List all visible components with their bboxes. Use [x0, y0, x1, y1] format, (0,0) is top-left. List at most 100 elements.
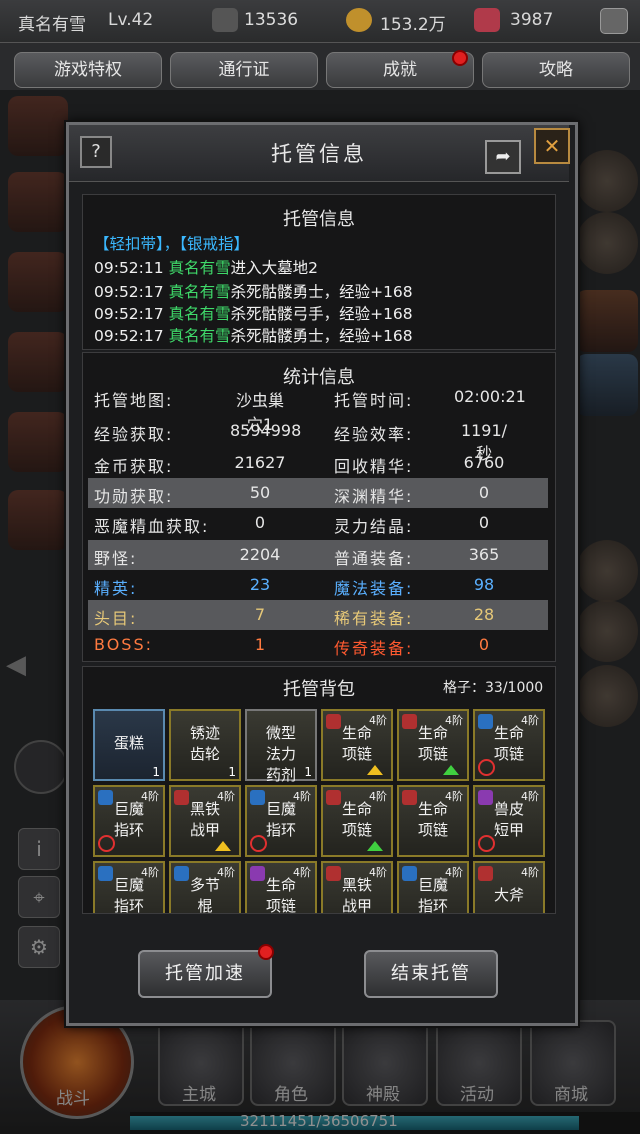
log-player-name: 真名有雪: [168, 283, 231, 301]
log-line: 09:52:17 真名有雪杀死骷髅勇士，经验+168: [94, 324, 413, 346]
item-level: 4阶: [445, 790, 463, 803]
log-time: 09:52:17: [94, 305, 164, 323]
stat-value: 0: [478, 635, 490, 654]
item-level: 4阶: [217, 790, 235, 803]
not-usable-icon: [98, 835, 115, 852]
not-usable-icon: [250, 835, 267, 852]
item-name: 锈迹齿轮: [189, 724, 220, 763]
item-name: 多节棍: [189, 876, 220, 914]
log-text: 杀死骷髅弓手，经验+168: [230, 305, 413, 323]
bag-item-slot[interactable]: 生命项链 4阶: [321, 785, 393, 857]
swords-icon: [212, 8, 238, 32]
stat-label: 野怪:: [94, 549, 138, 568]
bag-item-slot[interactable]: 生命项链 4阶: [245, 861, 317, 913]
item-level: 4阶: [369, 714, 387, 727]
item-level: 4阶: [369, 866, 387, 879]
share-button[interactable]: ➦: [485, 140, 521, 174]
bag-item-slot[interactable]: 生命项链 4阶: [321, 709, 393, 781]
stat-value: 6760: [463, 453, 505, 472]
item-name: 蛋糕: [113, 734, 144, 752]
not-usable-icon: [478, 759, 495, 776]
bag-item-slot[interactable]: 微型法力药剂 1: [245, 709, 317, 784]
log-player-name: 真名有雪: [168, 259, 231, 277]
achievement-notification-dot: [452, 50, 468, 66]
stat-label: 功勋获取:: [94, 487, 174, 506]
stat-value: 28: [473, 605, 495, 624]
player-name: 真名有雪: [18, 15, 86, 35]
speedup-button[interactable]: 托管加速: [138, 950, 272, 998]
gem-amount: 3987: [510, 10, 554, 30]
item-name: 大斧: [493, 886, 524, 904]
pickup-line: 【轻扣带】，【银戒指】: [94, 235, 250, 253]
stat-row: 头目: 7 稀有装备: 28: [88, 600, 548, 630]
bag-item-slot[interactable]: 巨魔指环 4阶: [245, 785, 317, 857]
bag-item-slot[interactable]: 巨魔指环 4阶: [93, 785, 165, 857]
stat-row: 托管地图: 沙虫巢穴1 托管时间: 02:00:21: [88, 382, 548, 434]
tab-privileges[interactable]: 游戏特权: [14, 52, 162, 88]
item-level: 4阶: [521, 714, 539, 727]
stat-value: 1: [254, 635, 266, 654]
bag-item-slot[interactable]: 蛋糕 1: [93, 709, 165, 781]
bag-item-slot[interactable]: 锈迹齿轮 1: [169, 709, 241, 781]
item-level: 4阶: [293, 790, 311, 803]
bag-capacity: 格子：33/1000: [443, 680, 544, 696]
log-line: 09:52:17 真名有雪杀死骷髅弓手，经验+168: [94, 302, 413, 324]
bag-item-slot[interactable]: 兽皮短甲 4阶: [473, 785, 545, 857]
item-type-icon: [478, 866, 493, 881]
item-name: 生命项链: [417, 724, 448, 763]
item-level: 4阶: [521, 790, 539, 803]
bag-item-slot[interactable]: 大斧 4阶: [473, 861, 545, 913]
log-text: 杀死骷髅勇士，经验+168: [230, 283, 413, 301]
item-level: 4阶: [445, 714, 463, 727]
close-button[interactable]: ✕: [534, 128, 570, 164]
end-auto-battle-button[interactable]: 结束托管: [364, 950, 498, 998]
item-name: 黑铁战甲: [189, 800, 220, 839]
log-title: 托管信息: [283, 209, 355, 230]
top-status-bar: 真名有雪 Lv.42 13536 153.2万 3987: [0, 0, 640, 43]
stat-label: 托管地图:: [94, 391, 174, 410]
log-player-name: 真名有雪: [168, 305, 231, 323]
log-player-name: 真名有雪: [168, 327, 231, 345]
bag-item-slot[interactable]: 生命项链 4阶: [397, 785, 469, 857]
bag-item-slot[interactable]: 黑铁战甲 4阶: [321, 861, 393, 914]
item-name: 巨魔指环: [113, 876, 144, 914]
stat-label: 托管时间:: [334, 391, 414, 410]
bag-item-slot[interactable]: 巨魔指环 4阶: [397, 861, 469, 914]
stat-value: 0: [478, 513, 490, 532]
speedup-notification-dot: [258, 944, 274, 960]
stat-row: BOSS: 1 传奇装备: 0: [88, 630, 548, 660]
tab-guide[interactable]: 攻略: [482, 52, 630, 88]
bag-item-slot[interactable]: 黑铁战甲 4阶: [169, 785, 241, 857]
stat-label: 恶魔精血获取:: [94, 517, 210, 536]
log-time: 09:52:11: [94, 259, 164, 277]
stat-value: 98: [473, 575, 495, 594]
stat-label: 经验获取:: [94, 425, 174, 444]
not-usable-icon: [478, 835, 495, 852]
bag-item-slot[interactable]: 生命项链 4阶: [397, 709, 469, 781]
chat-icon[interactable]: [600, 8, 628, 34]
stat-label: 灵力结晶:: [334, 517, 414, 536]
help-button[interactable]: ?: [80, 136, 112, 168]
item-level: 4阶: [369, 790, 387, 803]
item-name: 巨魔指环: [417, 876, 448, 914]
item-level: 4阶: [445, 866, 463, 879]
item-name: 黑铁战甲: [341, 876, 372, 914]
bag-item-slot[interactable]: 生命项链 4阶: [473, 709, 545, 781]
stat-row: 金币获取: 21627 回收精华: 6760: [88, 448, 548, 478]
combat-power: 13536: [244, 10, 299, 30]
log-time: 09:52:17: [94, 327, 164, 345]
stat-value: 21627: [234, 453, 286, 472]
stat-value: 02:00:21: [454, 387, 526, 406]
bag-item-slot[interactable]: 多节棍 4阶: [169, 861, 241, 914]
item-name: 生命项链: [341, 724, 372, 763]
stat-value: 2204: [239, 545, 281, 564]
stat-value: 0: [254, 513, 266, 532]
stat-value: 365: [468, 545, 500, 564]
stat-label: 金币获取:: [94, 457, 174, 476]
bag-item-slot[interactable]: 巨魔指环 4阶: [93, 861, 165, 914]
stat-value: 7: [254, 605, 266, 624]
tab-battle-pass[interactable]: 通行证: [170, 52, 318, 88]
log-line: 09:52:17 真名有雪杀死骷髅勇士，经验+168: [94, 280, 413, 302]
stat-label: BOSS:: [94, 635, 153, 654]
stat-value: 50: [249, 483, 271, 502]
